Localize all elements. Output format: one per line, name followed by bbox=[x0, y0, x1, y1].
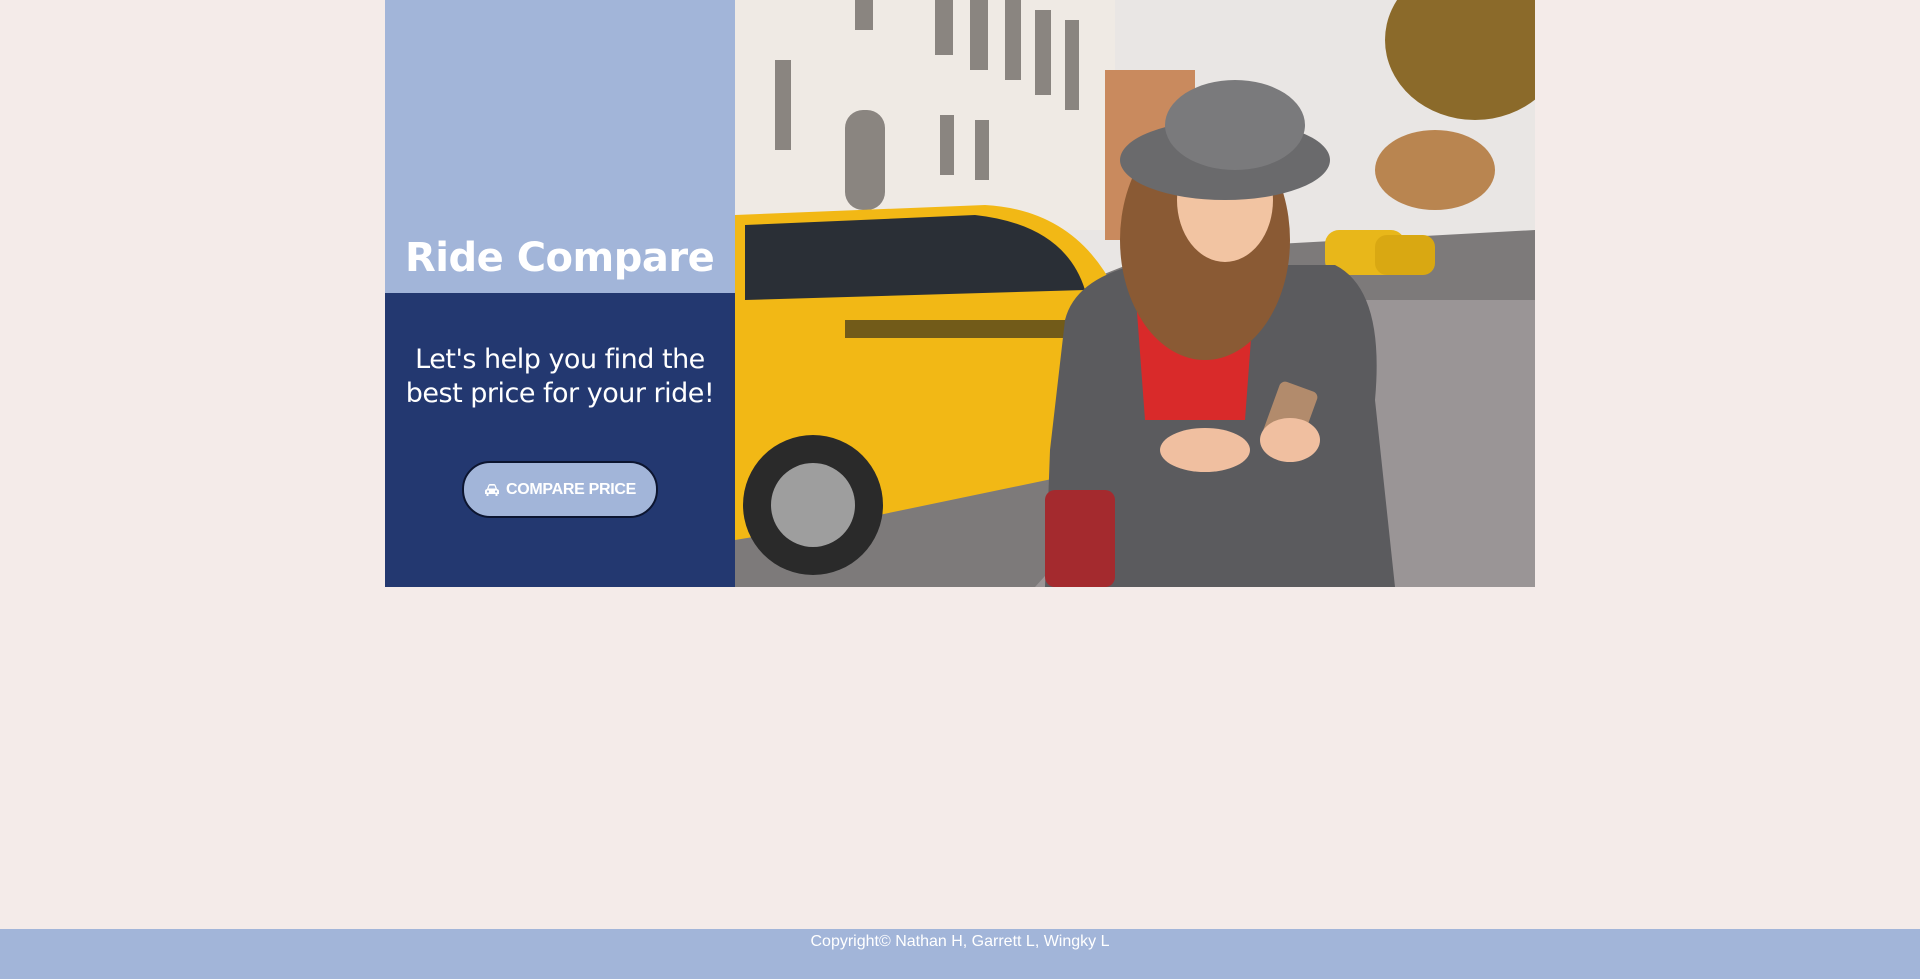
compare-price-label: COMPARE PRICE bbox=[505, 480, 637, 498]
hero-left-column: Ride Compare Let's help you find the bes… bbox=[385, 0, 735, 587]
footer: Copyright© Nathan H, Garrett L, Wingky L bbox=[0, 929, 1920, 979]
page: Ride Compare Let's help you find the bes… bbox=[0, 0, 1920, 979]
brand-panel: Ride Compare bbox=[385, 0, 735, 293]
hero-photo-illustration bbox=[735, 0, 1535, 587]
hero-tagline: Let's help you find the best price for y… bbox=[405, 344, 715, 409]
cta-panel: Let's help you find the best price for y… bbox=[385, 293, 735, 587]
site-title: Ride Compare bbox=[405, 235, 715, 281]
hero-photo bbox=[735, 0, 1535, 587]
compare-price-button[interactable]: COMPARE PRICE bbox=[462, 461, 658, 518]
car-icon bbox=[484, 483, 499, 496]
copyright-text: Copyright© Nathan H, Garrett L, Wingky L bbox=[810, 933, 1110, 950]
hero-section: Ride Compare Let's help you find the bes… bbox=[385, 0, 1535, 587]
